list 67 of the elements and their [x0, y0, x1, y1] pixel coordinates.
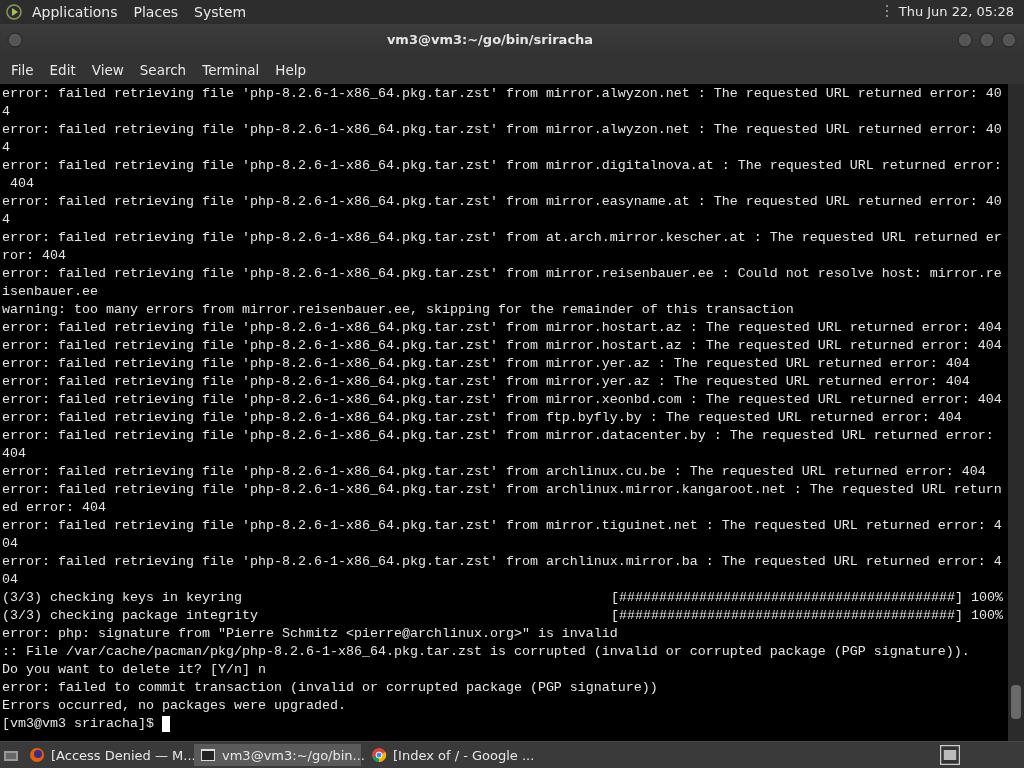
shell-prompt: [vm3@vm3 sriracha]$: [2, 714, 154, 733]
progress-percent: 100%: [969, 588, 1003, 607]
chrome-icon: [371, 747, 387, 763]
terminal-line: error: failed retrieving file 'php-8.2.6-1-x86_64.pkg.tar.zst' from mirror.reisenbauer.ee : Could not resolve host: mirror.re: [2, 264, 1002, 283]
terminal-line: ror: 404: [2, 246, 66, 265]
menu-item[interactable]: Edit: [41, 61, 84, 78]
panel-menu[interactable]: Applications: [26, 4, 124, 20]
terminal-line: error: failed retrieving file 'php-8.2.6-1-x86_64.pkg.tar.zst' from mirror.datacenter.by : The requested URL returned error:: [2, 426, 994, 445]
clock[interactable]: Thu Jun 22, 05:28: [898, 4, 1018, 20]
terminal-line: error: failed retrieving file 'php-8.2.6-1-x86_64.pkg.tar.zst' from mirror.yer.az : The requested URL returned error: 404: [2, 354, 970, 373]
menu-item[interactable]: Search: [131, 61, 195, 78]
progress-bar-text: [##########################################]: [611, 588, 963, 607]
panel-menu[interactable]: System: [188, 4, 253, 20]
progress-percent: 100%: [969, 606, 1003, 625]
terminal-line: error: failed retrieving file 'php-8.2.6-1-x86_64.pkg.tar.zst' from mirror.digitalnova.at : The requested URL returned error:: [2, 156, 1002, 175]
terminal-line: 404: [9, 174, 34, 193]
window-title: vm3@vm3:~/go/bin/sriracha: [385, 32, 595, 48]
terminal-icon: [200, 747, 216, 763]
terminal-line: Errors occurred, no packages were upgraded.: [2, 696, 346, 715]
taskbar-item[interactable]: [Index of / - Google ...: [365, 744, 532, 766]
terminal-line: error: failed retrieving file 'php-8.2.6-1-x86_64.pkg.tar.zst' from archlinux.mirror.kangaroot.net : The requested URL return: [2, 480, 1002, 499]
workspace-icon[interactable]: [939, 745, 961, 765]
window-menu-icon[interactable]: [6, 30, 24, 49]
terminal-line: error: failed retrieving file 'php-8.2.6-1-x86_64.pkg.tar.zst' from mirror.hostart.az : The requested URL returned error: 404: [2, 318, 1002, 337]
menu-item[interactable]: View: [83, 61, 132, 78]
terminal-line: :: File /var/cache/pacman/pkg/php-8.2.6-1-x86_64.pkg.tar.zst is corrupted (invalid or corrupted package (PGP signature)).: [2, 642, 970, 661]
close-icon[interactable]: [1000, 30, 1018, 49]
panel-menu[interactable]: Places: [127, 4, 185, 20]
firefox-icon: [29, 747, 45, 763]
minimize-icon[interactable]: [956, 30, 974, 49]
terminal-line: error: failed retrieving file 'php-8.2.6-1-x86_64.pkg.tar.zst' from mirror.easyname.at : The requested URL returned error: 40: [2, 192, 1002, 211]
progress-bar-text: [##########################################]: [611, 606, 963, 625]
terminal-line: ed error: 404: [2, 498, 106, 517]
text-cursor: [161, 715, 170, 732]
terminal-line: error: failed retrieving file 'php-8.2.6-1-x86_64.pkg.tar.zst' from mirror.tiguinet.net : The requested URL returned error: 4: [2, 516, 1002, 535]
terminal-line: (3/3) checking package integrity: [2, 606, 259, 625]
scrollbar-thumb[interactable]: [1011, 685, 1021, 720]
terminal-line: error: failed retrieving file 'php-8.2.6-1-x86_64.pkg.tar.zst' from at.arch.mirror.kescher.at : The requested URL returned er: [2, 228, 1002, 247]
terminal-line: error: failed retrieving file 'php-8.2.6-1-x86_64.pkg.tar.zst' from mirror.yer.az : The requested URL returned error: 404: [2, 372, 970, 391]
terminal-line: 04: [2, 534, 18, 553]
terminal-line: error: failed retrieving file 'php-8.2.6-1-x86_64.pkg.tar.zst' from ftp.byfly.by : The requested URL returned error: 404: [2, 408, 962, 427]
terminal-line: error: failed retrieving file 'php-8.2.6-1-x86_64.pkg.tar.zst' from archlinux.cu.be : The requested URL returned error: 404: [2, 462, 986, 481]
terminal-line: 04: [2, 570, 18, 589]
terminal-line: 4: [2, 102, 10, 121]
terminal-line: error: php: signature from "Pierre Schmitz <pierre@archlinux.org>" is invalid: [2, 624, 618, 643]
terminal-line: (3/3) checking keys in keyring: [2, 588, 243, 607]
taskbar-label: [Access Denied — M...: [51, 747, 196, 763]
menu-item[interactable]: Terminal: [194, 61, 268, 78]
terminal-line: error: failed retrieving file 'php-8.2.6-1-x86_64.pkg.tar.zst' from mirror.xeonbd.com : The requested URL returned error: 404: [2, 390, 1002, 409]
terminal-line: 404: [2, 444, 26, 463]
taskbar-label: [Index of / - Google ...: [393, 747, 535, 763]
panel-handle-icon: [885, 4, 889, 20]
menu-item[interactable]: Help: [267, 61, 315, 78]
terminal-line: 4: [2, 138, 10, 157]
scrollbar[interactable]: [1008, 83, 1024, 742]
logo-icon[interactable]: [6, 4, 22, 20]
terminal-line: error: failed to commit transaction (invalid or corrupted package (PGP signature)): [2, 678, 658, 697]
terminal-line: error: failed retrieving file 'php-8.2.6-1-x86_64.pkg.tar.zst' from mirror.alwyzon.net : The requested URL returned error: 40: [2, 84, 1002, 103]
terminal-line: Do you want to delete it? [Y/n] n: [2, 660, 266, 679]
terminal-line: warning: too many errors from mirror.reisenbauer.ee, skipping for the remainder of this transaction: [2, 300, 794, 319]
terminal-line: 4: [2, 210, 10, 229]
menu-item[interactable]: File: [3, 61, 42, 78]
terminal-line: error: failed retrieving file 'php-8.2.6-1-x86_64.pkg.tar.zst' from archlinux.mirror.ba : The requested URL returned error: 4: [2, 552, 1002, 571]
terminal-line: isenbauer.ee: [2, 282, 98, 301]
terminal-line: error: failed retrieving file 'php-8.2.6-1-x86_64.pkg.tar.zst' from mirror.hostart.az : The requested URL returned error: 404: [2, 336, 1002, 355]
maximize-icon[interactable]: [978, 30, 996, 49]
terminal-line: error: failed retrieving file 'php-8.2.6-1-x86_64.pkg.tar.zst' from mirror.alwyzon.net : The requested URL returned error: 40: [2, 120, 1002, 139]
